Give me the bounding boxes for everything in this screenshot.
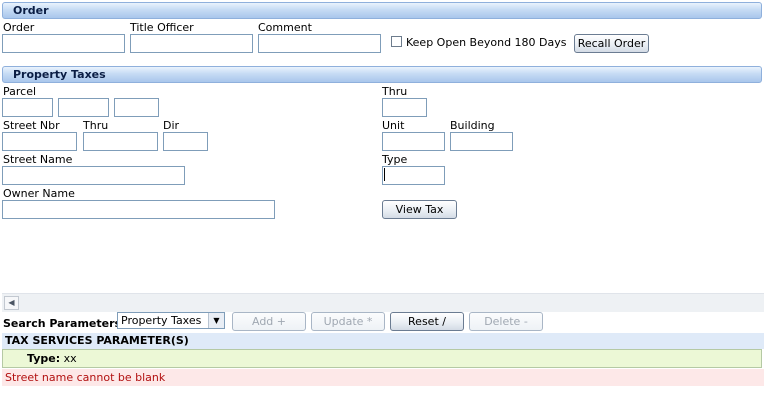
street-name-input[interactable] [2, 166, 185, 185]
delete-button[interactable]: Delete - [469, 312, 543, 331]
horizontal-scrollbar[interactable]: ◀ [2, 293, 764, 312]
search-parameters-label: Search Parameters [3, 317, 122, 330]
owner-name-label: Owner Name [3, 187, 75, 200]
order-section-title: Order [13, 4, 49, 17]
reset-button[interactable]: Reset / [390, 312, 464, 331]
comment-input[interactable] [258, 34, 381, 53]
tax-services-header: TAX SERVICES PARAMETER(S) [2, 333, 764, 349]
view-tax-button[interactable]: View Tax [382, 200, 457, 219]
street-thru-input[interactable] [83, 132, 158, 151]
error-message: Street name cannot be blank [2, 369, 764, 386]
building-label: Building [450, 119, 495, 132]
order-input[interactable] [2, 34, 125, 53]
thru-label: Thru [382, 85, 408, 98]
parcel-label: Parcel [3, 85, 37, 98]
update-button[interactable]: Update * [311, 312, 385, 331]
street-thru-label: Thru [83, 119, 109, 132]
street-nbr-input[interactable] [2, 132, 77, 151]
dir-label: Dir [163, 119, 180, 132]
chevron-down-icon[interactable]: ▼ [208, 313, 224, 328]
comment-label: Comment [258, 21, 312, 34]
keep-open-checkbox[interactable] [391, 36, 402, 47]
street-nbr-label: Street Nbr [3, 119, 60, 132]
text-caret [384, 168, 385, 181]
search-parameters-select[interactable]: Property Taxes ▼ [117, 312, 225, 329]
tax-type-value: xx [63, 352, 77, 365]
parcel-input-3[interactable] [114, 98, 159, 117]
owner-name-input[interactable] [2, 200, 275, 219]
title-officer-input[interactable] [130, 34, 253, 53]
recall-order-button[interactable]: Recall Order [574, 34, 649, 53]
unit-label: Unit [382, 119, 405, 132]
keep-open-label: Keep Open Beyond 180 Days [406, 36, 567, 49]
parcel-input-1[interactable] [2, 98, 53, 117]
search-parameters-selected: Property Taxes [121, 314, 202, 327]
dir-input[interactable] [163, 132, 208, 151]
property-taxes-section-header: Property Taxes [2, 66, 762, 83]
type-label: Type [382, 153, 408, 166]
order-section-header: Order [2, 2, 762, 19]
type-input[interactable] [382, 166, 445, 185]
tax-type-label: Type: [27, 352, 61, 365]
thru-input[interactable] [382, 98, 427, 117]
property-taxes-section-title: Property Taxes [13, 68, 106, 81]
order-label: Order [3, 21, 35, 34]
building-input[interactable] [450, 132, 513, 151]
title-officer-label: Title Officer [130, 21, 194, 34]
add-button[interactable]: Add + [232, 312, 306, 331]
unit-input[interactable] [382, 132, 445, 151]
parcel-input-2[interactable] [58, 98, 109, 117]
tax-type-row: Type: xx [2, 349, 762, 368]
scroll-left-arrow-icon[interactable]: ◀ [4, 296, 19, 310]
street-name-label: Street Name [3, 153, 73, 166]
